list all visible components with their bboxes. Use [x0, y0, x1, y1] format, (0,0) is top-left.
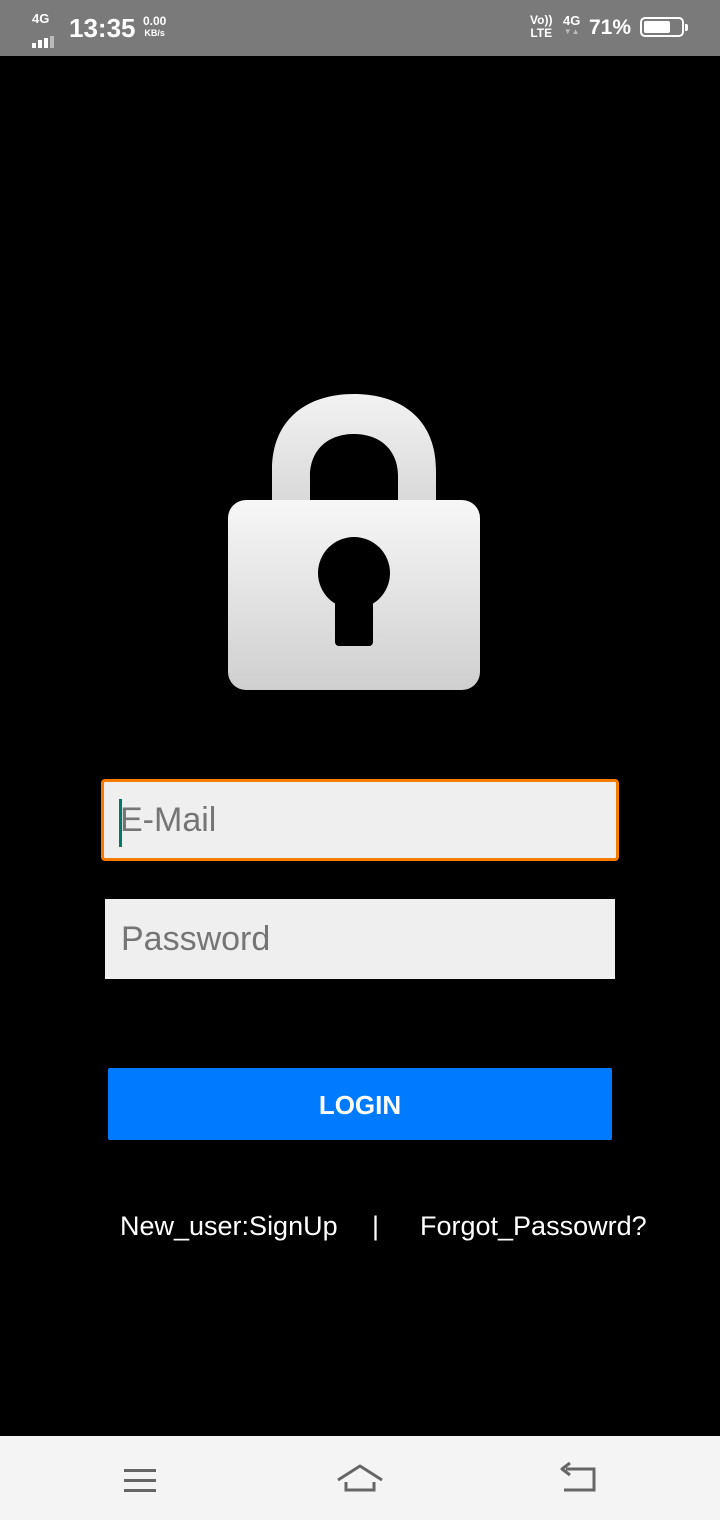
email-field[interactable]	[101, 779, 619, 861]
navigation-bar	[0, 1436, 720, 1520]
text-cursor	[119, 799, 122, 847]
battery-fill	[644, 21, 670, 33]
speed-unit: KB/s	[144, 28, 165, 38]
data-indicator: 4G ▼▲	[563, 14, 580, 37]
login-screen: 4G 13:35 0.00 KB/s Vo)) LTE 4G ▼▲ 71% E-…	[0, 0, 720, 1520]
battery-icon	[640, 17, 688, 37]
password-field[interactable]	[105, 899, 615, 979]
volte-top: Vo))	[530, 13, 553, 27]
home-icon[interactable]	[330, 1450, 390, 1506]
menu-icon[interactable]	[110, 1450, 170, 1506]
clock: 13:35	[69, 13, 136, 43]
data-arrows-icon: ▼▲	[563, 27, 580, 36]
volte-bottom: LTE	[530, 26, 553, 40]
lock-icon	[228, 394, 480, 690]
forgot-password-link[interactable]: Forgot_Passowrd?	[420, 1206, 647, 1246]
volte-indicator: Vo)) LTE	[530, 14, 552, 40]
status-bar: 4G 13:35 0.00 KB/s Vo)) LTE 4G ▼▲ 71%	[0, 0, 720, 56]
network-type: 4G	[32, 11, 50, 26]
network-speed: 0.00 KB/s	[143, 15, 166, 39]
login-button[interactable]: LOGIN	[108, 1068, 612, 1140]
signup-link[interactable]: New_user:SignUp	[120, 1206, 338, 1246]
speed-value: 0.00	[143, 14, 167, 28]
battery-percent: 71%	[589, 16, 632, 39]
link-separator: |	[372, 1211, 380, 1241]
signal-icon: 4G	[30, 11, 60, 48]
back-icon[interactable]	[548, 1450, 608, 1506]
data-network-type: 4G	[563, 13, 581, 28]
